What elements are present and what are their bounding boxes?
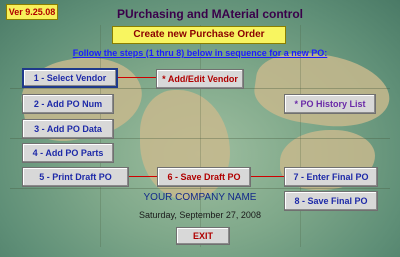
select-vendor-button[interactable]: 1 - Select Vendor <box>22 68 118 88</box>
connector-line <box>127 176 157 177</box>
connector-line <box>114 77 156 78</box>
main-form: Ver 9.25.08 PUrchasing and MAterial cont… <box>0 0 400 257</box>
enter-final-po-button[interactable]: 7 - Enter Final PO <box>284 167 378 187</box>
po-history-list-button[interactable]: * PO History List <box>284 94 376 114</box>
app-title: PUrchasing and MAterial control (PUMA) <box>116 7 304 39</box>
save-final-po-button[interactable]: 8 - Save Final PO <box>284 191 378 211</box>
instructions-text: Follow the steps (1 thru 8) below in seq… <box>72 48 328 58</box>
exit-button[interactable]: EXIT <box>176 227 230 245</box>
version-label: Ver 9.25.08 <box>6 4 58 20</box>
company-name: YOUR COMPANY NAME <box>143 192 257 203</box>
add-edit-vendor-button[interactable]: * Add/Edit Vendor <box>156 69 244 89</box>
page-title: Create new Purchase Order <box>112 26 286 44</box>
add-po-parts-button[interactable]: 4 - Add PO Parts <box>22 143 114 163</box>
add-po-num-button[interactable]: 2 - Add PO Num <box>22 94 114 114</box>
save-draft-po-button[interactable]: 6 - Save Draft PO <box>157 167 251 187</box>
connector-line <box>249 176 284 177</box>
current-date: Saturday, September 27, 2008 <box>139 210 261 220</box>
add-po-data-button[interactable]: 3 - Add PO Data <box>22 119 114 139</box>
print-draft-po-button[interactable]: 5 - Print Draft PO <box>22 167 129 187</box>
